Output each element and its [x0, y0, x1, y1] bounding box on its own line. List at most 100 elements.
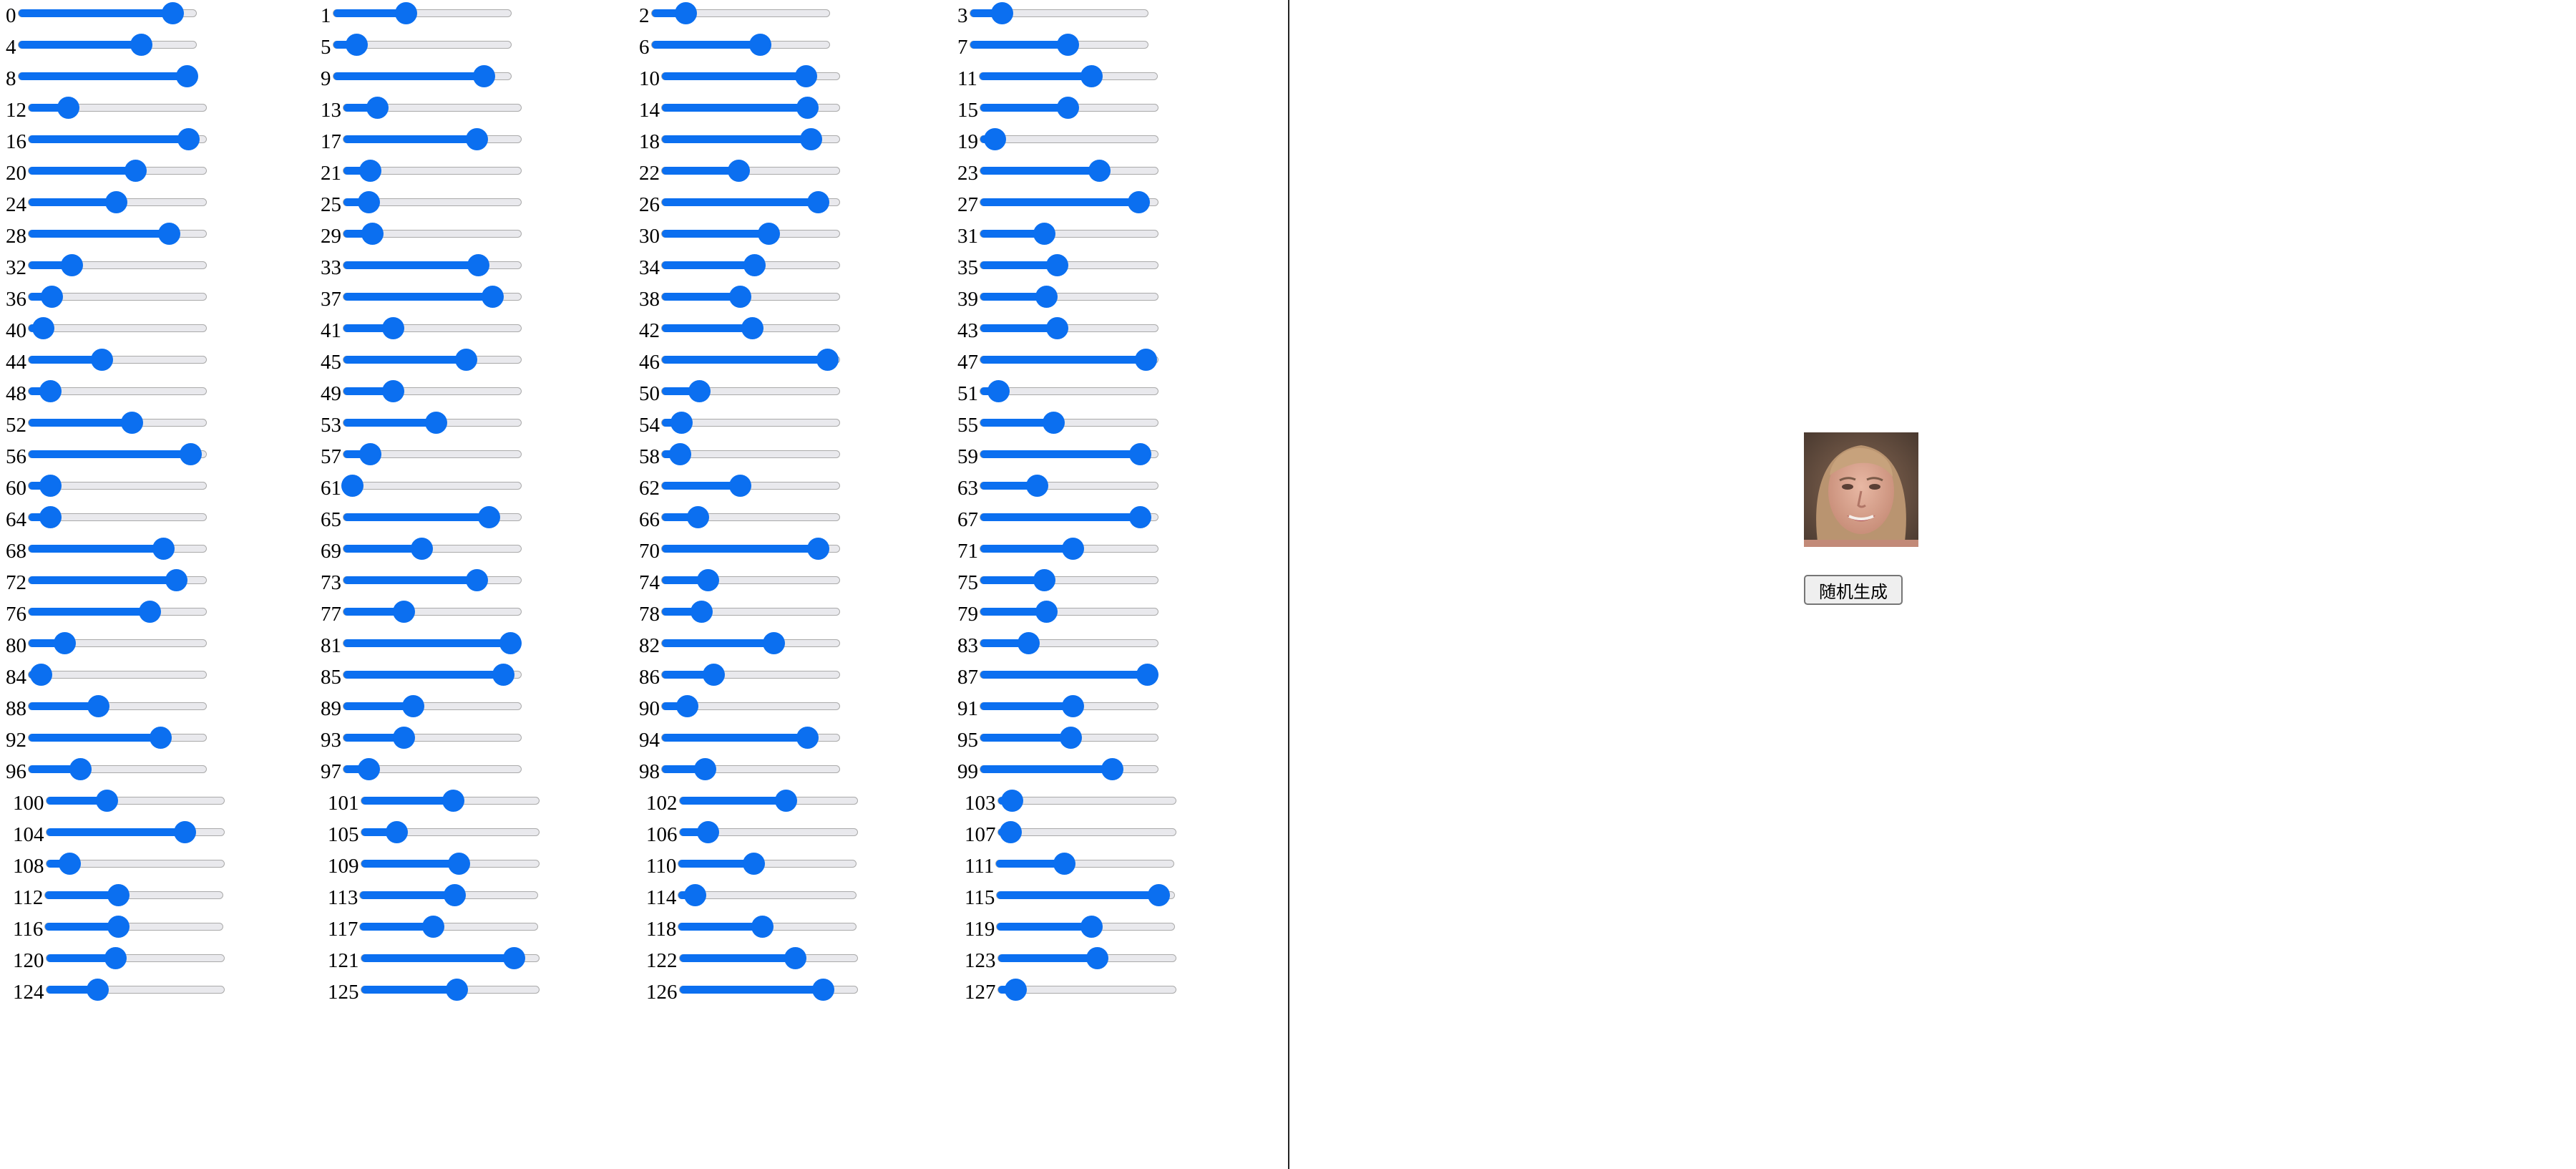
latent-slider[interactable] — [17, 33, 197, 56]
slider-thumb[interactable] — [366, 96, 389, 119]
latent-slider[interactable] — [980, 442, 1158, 465]
latent-slider[interactable] — [661, 663, 840, 686]
slider-thumb[interactable] — [751, 915, 774, 938]
latent-slider[interactable] — [661, 96, 840, 119]
slider-thumb[interactable] — [807, 537, 830, 560]
slider-thumb[interactable] — [120, 411, 143, 434]
slider-thumb[interactable] — [763, 631, 786, 654]
latent-slider[interactable] — [980, 96, 1158, 119]
latent-slider[interactable] — [661, 348, 840, 371]
slider-thumb[interactable] — [422, 915, 445, 938]
latent-slider[interactable] — [343, 190, 522, 213]
latent-slider[interactable] — [661, 568, 840, 591]
latent-slider[interactable] — [332, 64, 512, 87]
slider-thumb[interactable] — [502, 946, 525, 969]
latent-slider[interactable] — [661, 726, 840, 749]
slider-thumb[interactable] — [455, 348, 478, 371]
latent-slider[interactable] — [28, 285, 207, 308]
latent-slider[interactable] — [980, 253, 1158, 276]
latent-slider[interactable] — [28, 600, 207, 623]
latent-slider[interactable] — [341, 474, 522, 497]
latent-slider[interactable] — [45, 978, 225, 1001]
slider-thumb[interactable] — [784, 946, 806, 969]
latent-slider[interactable] — [661, 379, 840, 402]
latent-slider[interactable] — [980, 285, 1158, 308]
latent-slider[interactable] — [661, 222, 840, 245]
slider-thumb[interactable] — [95, 789, 118, 812]
latent-slider[interactable] — [661, 285, 840, 308]
slider-thumb[interactable] — [688, 379, 711, 402]
slider-thumb[interactable] — [1026, 474, 1049, 497]
slider-thumb[interactable] — [446, 978, 469, 1001]
slider-thumb[interactable] — [176, 64, 199, 87]
latent-slider[interactable] — [28, 96, 207, 119]
slider-thumb[interactable] — [162, 1, 185, 24]
slider-thumb[interactable] — [69, 757, 92, 780]
latent-slider[interactable] — [343, 694, 522, 717]
latent-slider[interactable] — [28, 726, 207, 749]
slider-thumb[interactable] — [1101, 757, 1123, 780]
latent-slider[interactable] — [332, 33, 512, 56]
latent-slider[interactable] — [678, 789, 858, 812]
slider-thumb[interactable] — [87, 694, 109, 717]
latent-slider[interactable] — [980, 379, 1158, 402]
latent-slider[interactable] — [28, 631, 207, 654]
latent-slider[interactable] — [980, 159, 1158, 182]
slider-thumb[interactable] — [177, 127, 200, 150]
latent-slider[interactable] — [343, 253, 522, 276]
latent-slider[interactable] — [661, 757, 840, 780]
latent-slider[interactable] — [661, 411, 840, 434]
slider-thumb[interactable] — [411, 537, 434, 560]
slider-thumb[interactable] — [107, 915, 130, 938]
slider-thumb[interactable] — [443, 883, 466, 906]
slider-thumb[interactable] — [1148, 883, 1171, 906]
slider-thumb[interactable] — [492, 663, 515, 686]
latent-slider[interactable] — [343, 379, 522, 402]
slider-thumb[interactable] — [1042, 411, 1065, 434]
slider-thumb[interactable] — [31, 316, 54, 339]
slider-thumb[interactable] — [690, 600, 713, 623]
slider-thumb[interactable] — [382, 379, 405, 402]
slider-thumb[interactable] — [757, 222, 780, 245]
latent-slider[interactable] — [44, 915, 224, 938]
slider-thumb[interactable] — [478, 505, 501, 528]
latent-slider[interactable] — [343, 96, 522, 119]
slider-thumb[interactable] — [807, 190, 830, 213]
latent-slider[interactable] — [28, 537, 207, 560]
slider-thumb[interactable] — [179, 442, 202, 465]
slider-thumb[interactable] — [693, 757, 716, 780]
slider-thumb[interactable] — [983, 127, 1006, 150]
latent-slider[interactable] — [980, 694, 1158, 717]
latent-slider[interactable] — [980, 222, 1158, 245]
latent-slider[interactable] — [28, 379, 207, 402]
latent-slider[interactable] — [360, 946, 540, 969]
slider-thumb[interactable] — [466, 568, 488, 591]
slider-thumb[interactable] — [447, 852, 470, 875]
slider-thumb[interactable] — [1033, 222, 1056, 245]
slider-thumb[interactable] — [30, 663, 53, 686]
latent-slider[interactable] — [980, 726, 1158, 749]
slider-thumb[interactable] — [1045, 316, 1068, 339]
latent-slider[interactable] — [28, 159, 207, 182]
latent-slider[interactable] — [343, 568, 522, 591]
latent-slider[interactable] — [661, 190, 840, 213]
latent-slider[interactable] — [360, 789, 540, 812]
latent-slider[interactable] — [661, 694, 840, 717]
latent-slider[interactable] — [17, 1, 197, 24]
slider-thumb[interactable] — [393, 726, 416, 749]
latent-slider[interactable] — [980, 474, 1158, 497]
slider-thumb[interactable] — [1080, 64, 1103, 87]
latent-slider[interactable] — [996, 883, 1176, 906]
slider-thumb[interactable] — [482, 285, 504, 308]
slider-thumb[interactable] — [675, 694, 698, 717]
random-generate-button[interactable]: 随机生成 — [1804, 575, 1903, 605]
latent-slider[interactable] — [661, 505, 840, 528]
latent-slider[interactable] — [978, 64, 1158, 87]
latent-slider[interactable] — [343, 316, 522, 339]
slider-thumb[interactable] — [1127, 190, 1150, 213]
latent-slider[interactable] — [44, 883, 224, 906]
slider-thumb[interactable] — [1001, 789, 1024, 812]
latent-slider[interactable] — [980, 190, 1158, 213]
latent-slider[interactable] — [997, 820, 1176, 843]
slider-thumb[interactable] — [1061, 694, 1084, 717]
